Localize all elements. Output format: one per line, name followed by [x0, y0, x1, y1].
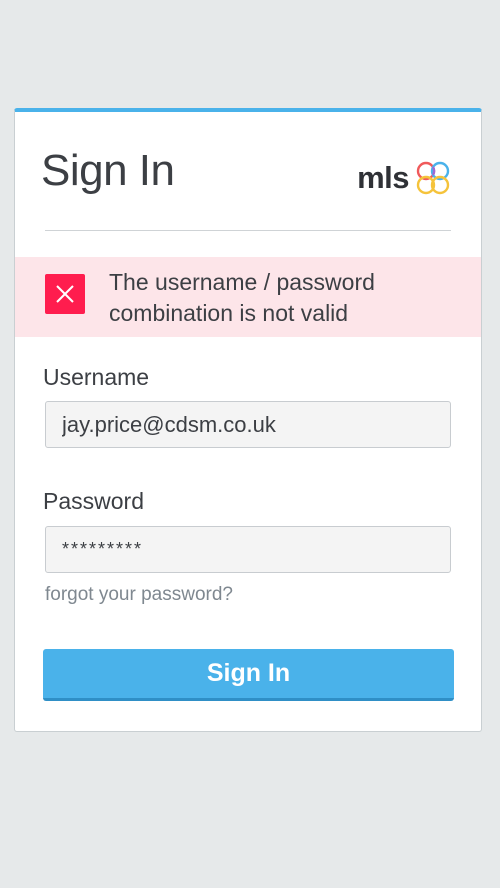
- password-label: Password: [43, 488, 144, 514]
- page-title: Sign In: [41, 146, 175, 195]
- close-icon: [45, 274, 85, 314]
- error-banner: The username / password combination is n…: [15, 257, 481, 337]
- forgot-password-link[interactable]: forgot your password?: [45, 584, 233, 606]
- brand-logo: mls: [357, 158, 451, 198]
- rings-logo-icon: [416, 161, 450, 195]
- password-input[interactable]: [45, 526, 451, 573]
- card-header: Sign In mls: [41, 112, 451, 231]
- sign-in-button[interactable]: Sign In: [43, 649, 454, 701]
- username-input[interactable]: [45, 401, 451, 448]
- sign-in-card: Sign In mls The username / password comb…: [14, 108, 482, 732]
- username-label: Username: [43, 364, 150, 390]
- brand-name: mls: [357, 160, 409, 195]
- error-message: The username / password combination is n…: [109, 269, 375, 326]
